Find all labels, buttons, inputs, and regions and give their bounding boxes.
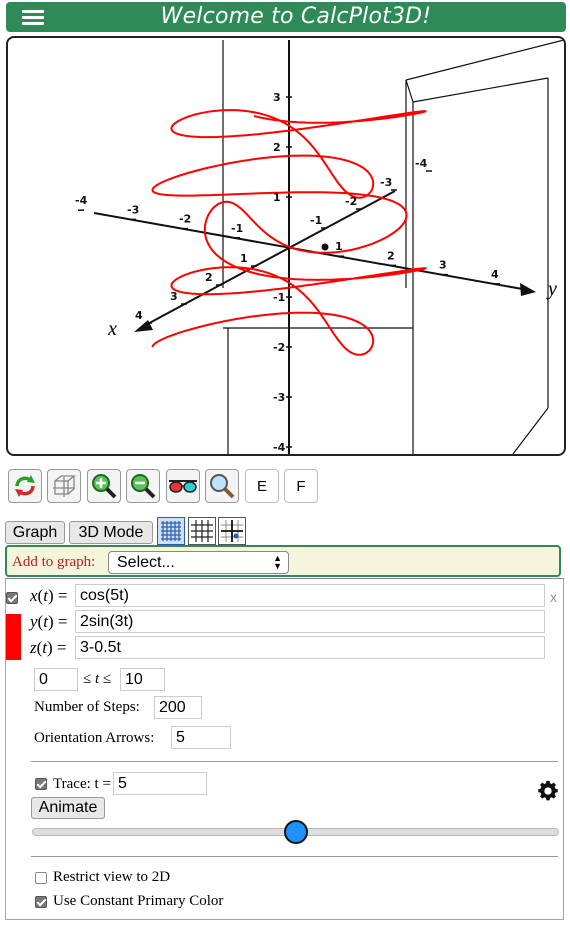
separator — [31, 856, 558, 857]
gear-icon[interactable] — [537, 780, 559, 802]
x-tick-label: -2 — [345, 195, 357, 208]
trace-checkbox[interactable] — [35, 778, 47, 790]
y-tick-label: -4 — [75, 194, 88, 207]
e-button[interactable]: E — [245, 469, 279, 503]
y-tick-label: -1 — [231, 222, 243, 235]
graph-button[interactable]: Graph — [5, 521, 65, 544]
x-tick-label: 4 — [135, 309, 143, 322]
select-value: Select... — [117, 554, 175, 571]
y-tick-label: -3 — [127, 203, 139, 216]
x-tick-label: 1 — [240, 252, 248, 265]
x-tick-label: -3 — [380, 176, 392, 189]
constant-color-checkbox[interactable] — [35, 896, 47, 908]
trace-slider-thumb[interactable] — [283, 820, 308, 844]
trace-value-input[interactable]: 5 — [113, 772, 207, 795]
zoom-fit-icon[interactable] — [205, 469, 239, 503]
add-to-graph-bar: Add to graph: Select... ▲ ▼ — [5, 545, 561, 577]
y-tick-label: 2 — [387, 249, 395, 262]
curve-color-swatch[interactable] — [6, 614, 21, 660]
3d-mode-button[interactable]: 3D Mode — [69, 521, 153, 544]
grid-view-icon[interactable] — [188, 517, 216, 545]
x-tick-label: -1 — [310, 214, 322, 227]
x-tick-label: 2 — [205, 271, 213, 284]
x-tick-label: 3 — [170, 290, 178, 303]
zoom-in-icon[interactable] — [87, 469, 121, 503]
object-visible-checkbox[interactable] — [6, 592, 18, 604]
axes-view-icon[interactable] — [218, 517, 246, 545]
select-arrows-icon: ▲ ▼ — [273, 553, 282, 571]
z-expression-input[interactable]: 3-0.5t — [75, 636, 545, 659]
t-min-input[interactable]: 0 — [34, 668, 78, 691]
z-tick-label: -4 — [273, 441, 286, 454]
reset-view-icon[interactable] — [8, 469, 42, 503]
title-bar: Welcome to CalcPlot3D! — [6, 2, 566, 32]
animate-button[interactable]: Animate — [31, 797, 105, 819]
box-icon[interactable] — [47, 469, 81, 503]
plot-viewport[interactable]: -4 -3 -2 -1 1 2 3 4 -4 -3 -2 -1 1 2 3 4 3 2 1 -1 -2 -3 -4 x y — [6, 36, 566, 456]
remove-object-button[interactable]: x — [550, 589, 557, 605]
trace-label: Trace: t = — [53, 776, 111, 792]
steps-label: Number of Steps: — [34, 699, 140, 715]
add-to-graph-select[interactable]: Select... ▲ ▼ — [108, 551, 289, 574]
y-tick-label: 3 — [439, 259, 447, 272]
restrict-2d-label: Restrict view to 2D — [53, 869, 171, 885]
x-tick-label: -4 — [415, 157, 428, 170]
separator — [31, 761, 558, 762]
t-range-label: ≤ t ≤ — [83, 671, 112, 687]
f-button[interactable]: F — [284, 469, 318, 503]
y-axis-label: y — [546, 278, 557, 300]
arrows-label: Orientation Arrows: — [34, 730, 155, 746]
x-expression-input[interactable]: cos(5t) — [75, 584, 545, 607]
y-tick-label: 4 — [491, 268, 499, 281]
z-tick-label: 2 — [273, 141, 281, 154]
3d-glasses-icon[interactable] — [166, 469, 200, 503]
z-tick-label: -2 — [273, 341, 285, 354]
z-tick-label: -1 — [273, 291, 285, 304]
axes-grid-view-icon[interactable] — [157, 517, 185, 545]
arrows-input[interactable]: 5 — [171, 726, 231, 749]
t-max-input[interactable]: 10 — [120, 668, 165, 691]
constant-color-label: Use Constant Primary Color — [53, 893, 224, 909]
y-axis-arrowhead — [520, 283, 536, 296]
x-of-t-label: x(t) = — [30, 586, 68, 605]
zoom-out-icon[interactable] — [126, 469, 160, 503]
y-tick-label: -2 — [179, 213, 191, 226]
y-tick-label: 1 — [335, 240, 343, 253]
x-axis-label: x — [107, 318, 117, 340]
app-title: Welcome to CalcPlot3D! — [160, 4, 432, 29]
add-to-graph-label: Add to graph: — [12, 554, 96, 570]
z-tick-label: 3 — [273, 91, 281, 104]
plot-canvas[interactable]: -4 -3 -2 -1 1 2 3 4 -4 -3 -2 -1 1 2 3 4 3 2 1 -1 -2 -3 -4 x y — [8, 38, 564, 454]
steps-input[interactable]: 200 — [154, 696, 202, 719]
z-tick-label: 1 — [273, 191, 281, 204]
trace-point — [321, 243, 329, 251]
y-expression-input[interactable]: 2sin(3t) — [75, 610, 545, 633]
restrict-2d-checkbox[interactable] — [35, 872, 47, 884]
y-of-t-label: y(t) = — [30, 612, 68, 631]
z-tick-label: -3 — [273, 391, 285, 404]
z-of-t-label: z(t) = — [30, 638, 67, 657]
